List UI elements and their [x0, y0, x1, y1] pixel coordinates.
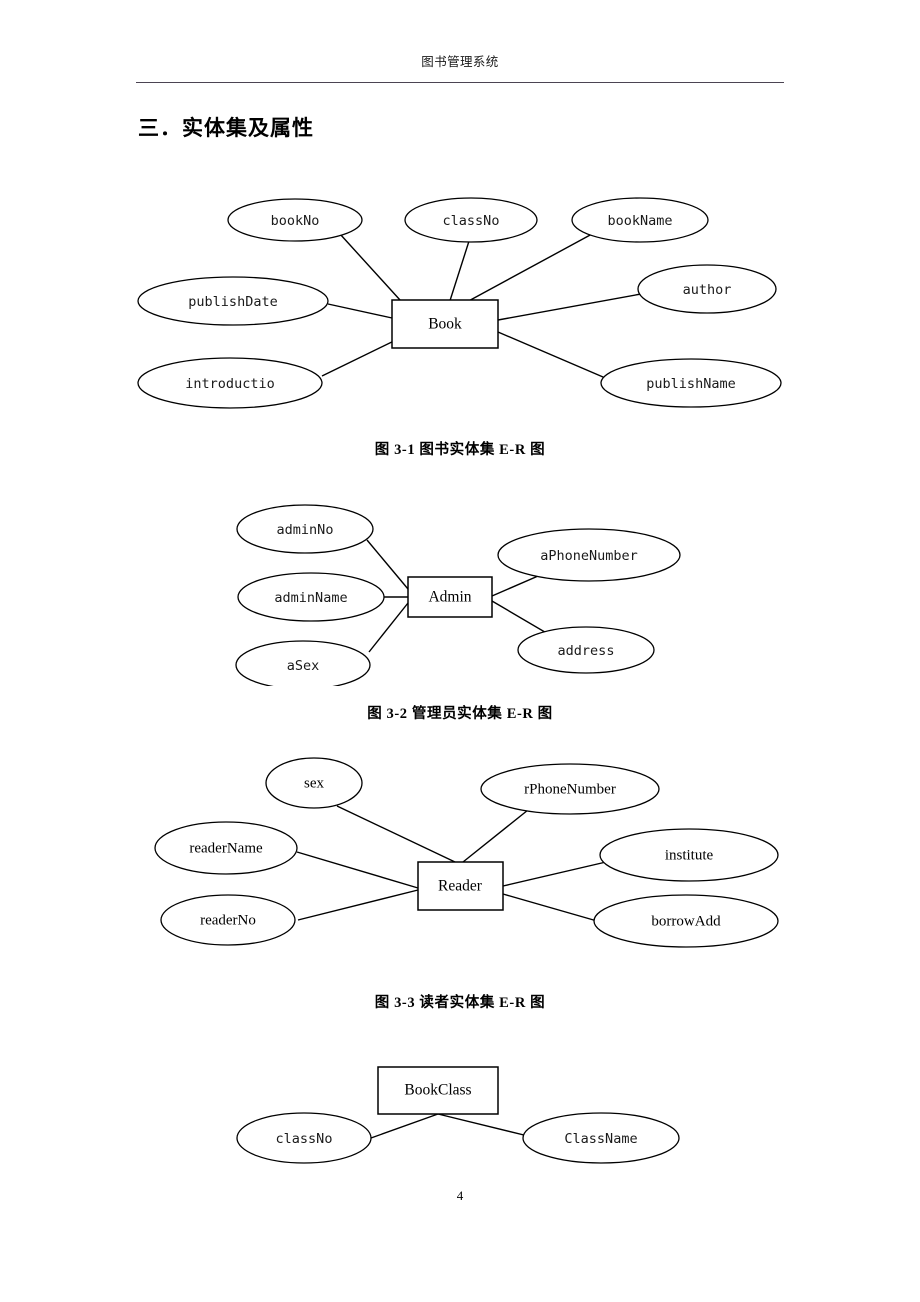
page-number: 4 — [456, 1188, 464, 1203]
er-entity-label: Book — [428, 316, 462, 333]
er-attribute-label: address — [558, 643, 615, 659]
er-attribute-institute: institute — [599, 828, 779, 882]
er-attribute-label: sex — [304, 775, 324, 791]
er-attribute-rphonenumber: rPhoneNumber — [480, 763, 660, 815]
er-diagram-admin-svg: adminNo adminName aSex aPhoneNumber addr… — [235, 504, 681, 686]
er-attribute-label: bookNo — [271, 213, 320, 229]
er-entity-reader: Reader — [417, 861, 504, 911]
er-diagram-reader: sex rPhoneNumber readerName readerNo ins… — [0, 748, 920, 960]
er-attribute-label: adminNo — [277, 522, 334, 538]
er-attribute-label: publishDate — [188, 294, 277, 310]
edge-sex-reader — [336, 805, 456, 863]
er-attribute-bookno: bookNo — [227, 198, 363, 242]
edge-classno-book — [446, 237, 471, 311]
er-entity-book: Book — [391, 299, 499, 349]
figure-caption-1: 图 3-1 图书实体集 E-R 图 — [374, 442, 546, 458]
edge-asex-admin — [368, 602, 409, 653]
page-title: 三．实体集及属性 — [138, 117, 314, 140]
er-attribute-publishdate: publishDate — [137, 276, 329, 326]
edge-institute-reader — [502, 861, 607, 887]
edge-rphonenumber-reader — [462, 805, 534, 863]
er-attribute-label: institute — [665, 847, 714, 863]
er-attribute-label: author — [683, 282, 732, 298]
er-diagram-reader-svg: sex rPhoneNumber readerName readerNo ins… — [154, 757, 779, 948]
er-attribute-classno: classNo — [404, 197, 538, 243]
edge-publishname-book — [497, 331, 611, 381]
er-entity-bookclass: BookClass — [377, 1066, 499, 1115]
er-attribute-readerno: readerNo — [160, 894, 296, 946]
er-edge-group — [370, 1113, 529, 1139]
er-entity-label: BookClass — [404, 1082, 471, 1099]
er-attribute-label: borrowAdd — [651, 913, 721, 929]
er-attribute-bookname: bookName — [571, 197, 709, 243]
figure-caption-2: 图 3-2 管理员实体集 E-R 图 — [367, 706, 553, 722]
edge-author-book — [497, 293, 642, 321]
edge-introductio-book — [321, 337, 401, 377]
edge-bookname-book — [451, 233, 593, 311]
edge-classname-bookclass — [437, 1113, 529, 1137]
er-diagram-admin: adminNo adminName aSex aPhoneNumber addr… — [0, 496, 920, 686]
er-attribute-author: author — [637, 264, 777, 314]
er-attribute-label: classNo — [443, 213, 500, 229]
er-attribute-label: rPhoneNumber — [524, 781, 616, 797]
er-attribute-borrowadd: borrowAdd — [593, 894, 779, 948]
er-entity-admin: Admin — [407, 576, 493, 618]
er-entity-label: Reader — [438, 878, 483, 895]
er-attribute-adminno: adminNo — [236, 504, 374, 554]
er-attribute-introductio: introductio — [137, 357, 323, 409]
er-attribute-label: aPhoneNumber — [540, 548, 638, 564]
figure-caption-3: 图 3-3 读者实体集 E-R 图 — [374, 995, 546, 1011]
er-diagram-bookclass: classNo ClassName BookClass — [0, 1052, 920, 1177]
er-attribute-publishname: publishName — [600, 358, 782, 408]
er-entity-label: Admin — [428, 589, 471, 606]
edge-readername-reader — [296, 851, 419, 889]
er-attribute-label: aSex — [287, 658, 320, 674]
er-attribute-readername: readerName — [154, 821, 298, 875]
er-attribute-label: adminName — [274, 590, 347, 606]
er-attribute-label: ClassName — [564, 1131, 637, 1147]
edge-adminno-admin — [366, 539, 409, 590]
edge-readerno-reader — [297, 889, 419, 921]
er-diagram-bookclass-svg: classNo ClassName BookClass — [236, 1066, 680, 1164]
er-attribute-classno: classNo — [236, 1112, 372, 1164]
er-attribute-address: address — [517, 626, 655, 674]
edge-borrowadd-reader — [502, 893, 605, 924]
document-page: 图书管理系统 三．实体集及属性 bookNo classNo bookName … — [0, 0, 920, 1302]
edge-classno-bookclass — [370, 1113, 439, 1139]
header-divider — [136, 82, 784, 83]
er-attribute-classname: ClassName — [522, 1112, 680, 1164]
er-attribute-aphonenumber: aPhoneNumber — [497, 528, 681, 582]
header-title: 图书管理系统 — [421, 55, 499, 69]
er-attribute-asex: aSex — [235, 640, 371, 686]
er-attribute-adminname: adminName — [237, 572, 385, 622]
edge-publishdate-book — [327, 303, 393, 319]
er-diagram-book-svg: bookNo classNo bookName publishDate auth… — [137, 197, 782, 409]
er-attribute-label: classNo — [276, 1131, 333, 1147]
er-attribute-label: bookName — [607, 213, 672, 229]
er-attribute-sex: sex — [265, 757, 363, 809]
er-attribute-label: publishName — [646, 376, 735, 392]
er-attribute-label: introductio — [185, 376, 274, 392]
running-header: 图书管理系统 — [136, 54, 784, 70]
er-attribute-label: readerName — [189, 840, 263, 856]
er-diagram-book: bookNo classNo bookName publishDate auth… — [0, 186, 920, 411]
er-attribute-label: readerNo — [200, 912, 256, 928]
